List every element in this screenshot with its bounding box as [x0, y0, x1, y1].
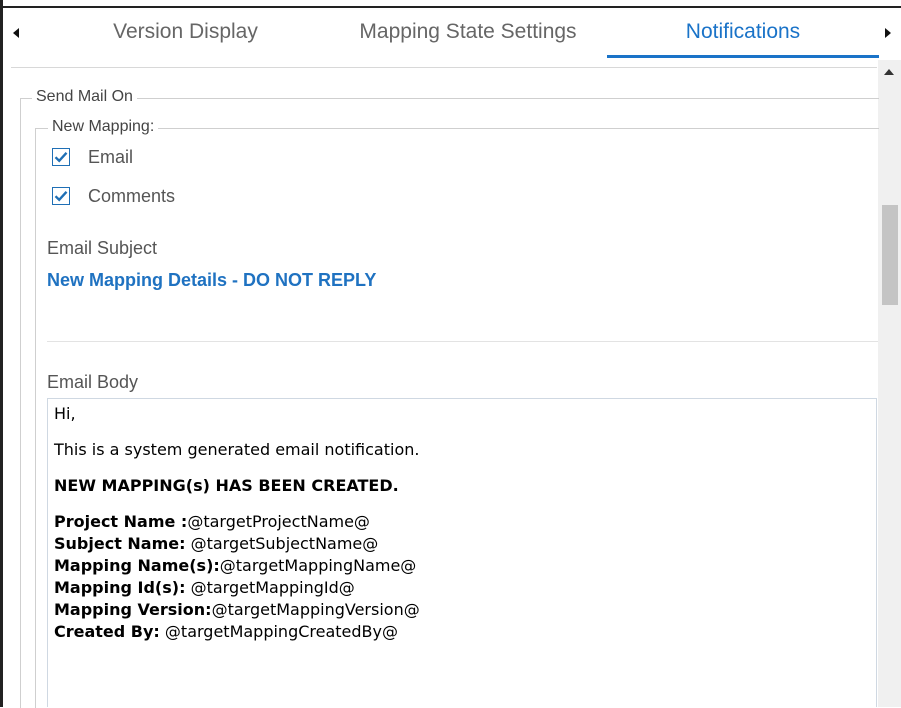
comments-checkbox-row[interactable]: Comments — [52, 184, 175, 208]
email-checkbox[interactable] — [52, 148, 70, 166]
body-field-mapping-name: Mapping Name(s):@targetMappingName@ — [54, 555, 420, 577]
body-intro: This is a system generated email notific… — [54, 440, 420, 459]
body-field-subject-name: Subject Name: @targetSubjectName@ — [54, 533, 420, 555]
field-value: @targetMappingVersion@ — [211, 600, 420, 619]
tab-scroll-right-icon[interactable] — [885, 28, 891, 38]
tab-version-display[interactable]: Version Display — [63, 8, 308, 58]
send-mail-on-legend: Send Mail On — [32, 88, 137, 106]
field-value: @targetMappingCreatedBy@ — [159, 622, 398, 641]
email-body-text: Hi, This is a system generated email not… — [54, 403, 420, 643]
email-checkbox-label: Email — [88, 146, 134, 167]
body-field-created-by: Created By: @targetMappingCreatedBy@ — [54, 621, 420, 643]
body-greeting: Hi, — [54, 404, 76, 423]
tab-notifications[interactable]: Notifications — [607, 8, 879, 58]
checkmark-icon — [54, 151, 68, 163]
field-key: Mapping Version: — [54, 600, 212, 619]
tabbar-divider — [11, 67, 877, 68]
tab-scroll-left-icon[interactable] — [13, 28, 19, 38]
body-headline: NEW MAPPING(s) HAS BEEN CREATED. — [54, 476, 399, 495]
scroll-up-icon[interactable] — [884, 69, 894, 75]
vertical-scrollbar[interactable] — [878, 60, 901, 707]
tab-bar: Version Display Mapping State Settings N… — [3, 8, 901, 60]
email-subject-label: Email Subject — [47, 238, 158, 258]
field-value: @targetMappingId@ — [185, 578, 355, 597]
field-value: @targetProjectName@ — [187, 512, 370, 531]
field-value: @targetSubjectName@ — [185, 534, 379, 553]
email-checkbox-row[interactable]: Email — [52, 145, 133, 169]
window-left-border — [0, 0, 3, 707]
field-key: Project Name : — [54, 512, 188, 531]
email-body-label: Email Body — [47, 372, 139, 392]
tab-mapping-state-settings[interactable]: Mapping State Settings — [323, 8, 613, 58]
checkmark-icon — [54, 190, 68, 202]
email-body-editor[interactable]: Hi, This is a system generated email not… — [47, 398, 877, 707]
comments-checkbox-label: Comments — [88, 185, 176, 206]
body-field-project-name: Project Name :@targetProjectName@ — [54, 511, 420, 533]
email-subject-value[interactable]: New Mapping Details - DO NOT REPLY — [47, 270, 376, 291]
scrollbar-thumb[interactable] — [882, 205, 898, 305]
comments-checkbox[interactable] — [52, 187, 70, 205]
field-value: @targetMappingName@ — [219, 556, 417, 575]
field-key: Mapping Name(s): — [54, 556, 220, 575]
body-field-mapping-id: Mapping Id(s): @targetMappingId@ — [54, 577, 420, 599]
field-key: Created By: — [54, 622, 160, 641]
field-key: Mapping Id(s): — [54, 578, 186, 597]
section-divider — [47, 341, 878, 342]
new-mapping-legend: New Mapping: — [48, 118, 159, 136]
body-field-mapping-version: Mapping Version:@targetMappingVersion@ — [54, 599, 420, 621]
field-key: Subject Name: — [54, 534, 186, 553]
